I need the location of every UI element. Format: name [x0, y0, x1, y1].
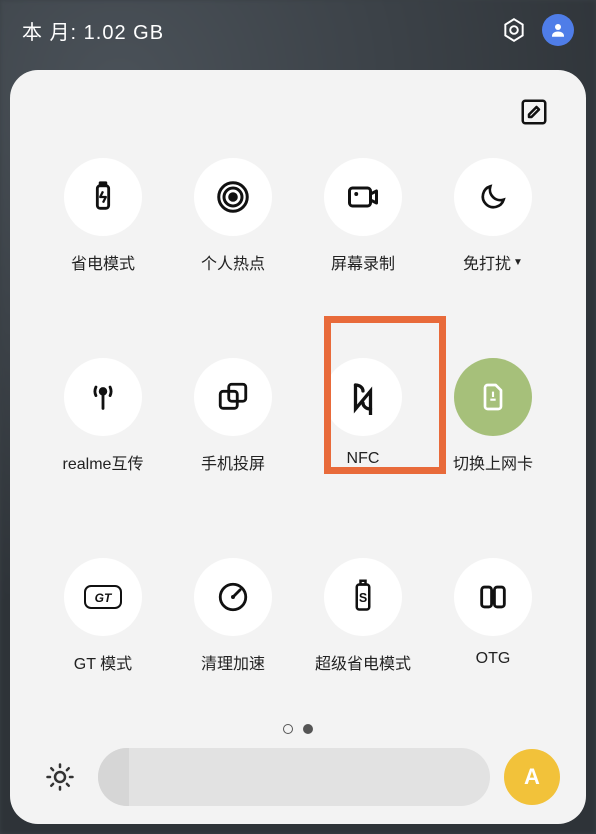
tile-label: 个人热点	[201, 250, 265, 274]
gauge-icon	[216, 580, 250, 614]
battery5-icon: S	[348, 579, 378, 615]
otg-icon	[475, 580, 511, 614]
tile-label: 超级省电模式	[315, 650, 411, 674]
nfc-icon	[345, 379, 381, 415]
brightness-slider[interactable]	[98, 748, 490, 806]
tile-dnd[interactable]: 免打扰▼	[428, 158, 558, 308]
chevron-down-icon: ▼	[513, 257, 523, 268]
battery-icon	[86, 180, 120, 214]
pager-dot[interactable]	[283, 724, 293, 734]
brightness-icon	[36, 753, 84, 801]
tile-label: GT 模式	[74, 650, 132, 674]
tile-label: OTG	[476, 650, 511, 668]
settings-hex-icon[interactable]	[500, 16, 528, 44]
sim-icon	[477, 381, 509, 413]
tiles-grid: 省电模式 个人热点 屏幕录制 免打扰▼ realme互传	[30, 138, 566, 718]
tile-sim-switch[interactable]: 切换上网卡	[428, 358, 558, 508]
profile-avatar-icon[interactable]	[542, 14, 574, 46]
tile-battery-saver[interactable]: 省电模式	[38, 158, 168, 308]
antenna-icon	[86, 380, 120, 414]
screen-record-icon	[345, 179, 381, 215]
svg-text:GT: GT	[95, 591, 113, 605]
tile-label: 免打扰▼	[463, 250, 523, 274]
brightness-slider-fill	[98, 748, 129, 806]
tile-super-saver[interactable]: S 超级省电模式	[298, 558, 428, 708]
data-usage-label: 本 月: 1.02 GB	[22, 16, 164, 45]
cast-icon	[216, 380, 250, 414]
tile-label: 手机投屏	[201, 450, 265, 474]
status-bar: 本 月: 1.02 GB	[0, 0, 596, 60]
tile-label: NFC	[347, 450, 380, 468]
quick-settings-panel: 省电模式 个人热点 屏幕录制 免打扰▼ realme互传	[10, 70, 586, 824]
tile-cast[interactable]: 手机投屏	[168, 358, 298, 508]
tile-nfc[interactable]: NFC	[298, 358, 428, 508]
page-indicator	[30, 718, 566, 748]
tile-label: 省电模式	[71, 250, 135, 274]
tile-cleanup[interactable]: 清理加速	[168, 558, 298, 708]
pager-dot-current[interactable]	[303, 724, 313, 734]
tile-gt-mode[interactable]: GT GT 模式	[38, 558, 168, 708]
tile-hotspot[interactable]: 个人热点	[168, 158, 298, 308]
tile-label: 屏幕录制	[331, 250, 395, 274]
tile-label: 切换上网卡	[453, 450, 533, 474]
tile-label: realme互传	[63, 450, 144, 474]
tile-screen-record[interactable]: 屏幕录制	[298, 158, 428, 308]
auto-brightness-button[interactable]: A	[504, 749, 560, 805]
tile-otg[interactable]: OTG	[428, 558, 558, 708]
edit-tiles-button[interactable]	[516, 94, 552, 130]
brightness-row: A	[30, 748, 566, 806]
svg-text:S: S	[359, 591, 367, 605]
gt-icon: GT	[83, 584, 123, 610]
tile-label: 清理加速	[201, 650, 265, 674]
moon-icon	[477, 181, 509, 213]
hotspot-icon	[215, 179, 251, 215]
tile-realme-share[interactable]: realme互传	[38, 358, 168, 508]
